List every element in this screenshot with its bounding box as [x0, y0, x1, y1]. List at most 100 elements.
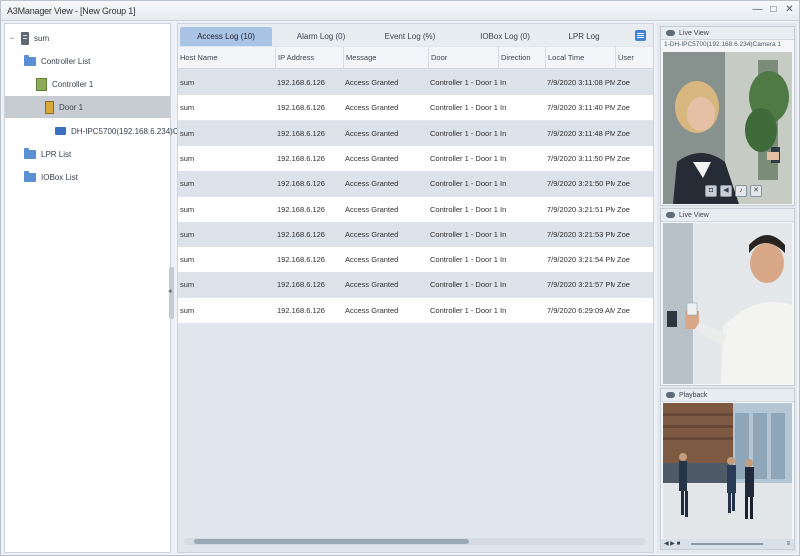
- controller-icon: [36, 77, 47, 91]
- column-header-message[interactable]: Message: [343, 47, 428, 69]
- table-row[interactable]: sum 192.168.6.126 Access Granted Controller…: [178, 120, 653, 146]
- tree-node-label: IOBox List: [41, 172, 78, 182]
- table-row[interactable]: sum 192.168.6.126 Access Granted Controller…: [178, 247, 653, 273]
- minimize-button[interactable]: —: [752, 4, 763, 16]
- table-cell: Controller 1 - Door 1: [430, 255, 498, 265]
- tree-node-label: Door 1: [59, 102, 84, 112]
- live-view-panel-2: Live View: [660, 208, 795, 386]
- table-row[interactable]: sum 192.168.6.126 Access Granted Controller…: [178, 70, 653, 95]
- microphone-icon[interactable]: ♪: [735, 185, 747, 197]
- column-header-direction[interactable]: Direction: [498, 47, 545, 69]
- table-cell: In: [500, 229, 507, 239]
- horizontal-scrollbar[interactable]: [184, 538, 646, 545]
- table-cell: Access Granted: [345, 204, 399, 214]
- live-video-feed-2[interactable]: [663, 223, 792, 384]
- tab-event-log[interactable]: Event Log (%): [364, 27, 456, 46]
- column-header-ip-address[interactable]: IP Address: [275, 47, 343, 69]
- playback-timeline[interactable]: [691, 543, 763, 545]
- table-cell: 192.168.6.126: [277, 153, 325, 163]
- table-cell: 192.168.6.126: [277, 128, 325, 138]
- tree-item-door-1[interactable]: Door 1: [5, 96, 170, 118]
- table-row[interactable]: sum 192.168.6.126 Access Granted Controller…: [178, 171, 653, 197]
- tab-alarm-log[interactable]: Alarm Log (0): [275, 27, 367, 46]
- column-header-user[interactable]: User: [615, 47, 653, 69]
- table-cell: 7/9/2020 3:11:50 PM: [547, 153, 615, 163]
- tree-item-lpr-list[interactable]: LPR List: [24, 143, 71, 165]
- unlock-icon[interactable]: ✕: [750, 185, 762, 197]
- collapse-icon[interactable]: −: [8, 33, 16, 43]
- table-cell: Zoe: [617, 204, 630, 214]
- table-cell: 192.168.6.126: [277, 229, 325, 239]
- table-cell: 7/9/2020 3:11:48 PM: [547, 128, 615, 138]
- table-cell: Controller 1 - Door 1: [430, 305, 498, 315]
- panel-splitter[interactable]: [168, 267, 174, 319]
- table-cell: In: [500, 305, 507, 315]
- tree-node-label: Controller 1: [52, 79, 94, 89]
- panel-title: Live View: [679, 30, 709, 37]
- panel-header: Playback: [661, 389, 794, 402]
- playback-buttons[interactable]: ◀ ▶ ■: [664, 539, 680, 549]
- table-cell: Access Granted: [345, 255, 399, 265]
- camera-name: 1-DH-IPC5700(192.168.6.234)Camera 1: [664, 41, 782, 48]
- playback-menu-icon[interactable]: ≡: [786, 539, 790, 549]
- table-cell: Zoe: [617, 255, 630, 265]
- tab-lpr-log[interactable]: LPR Log: [554, 27, 614, 46]
- table-cell: In: [500, 179, 507, 189]
- panel-header: Live View: [661, 27, 794, 40]
- table-cell: In: [500, 204, 507, 214]
- tab-iobox-log[interactable]: IOBox Log (0): [459, 27, 551, 46]
- menu-icon[interactable]: [635, 30, 646, 41]
- window-title: A3Manager View - [New Group 1]: [7, 6, 136, 16]
- live-video-feed-1[interactable]: ◘ ◀ ♪ ✕: [663, 52, 792, 204]
- table-cell: 192.168.6.126: [277, 78, 325, 87]
- speaker-icon[interactable]: ◀: [720, 185, 732, 197]
- table-row[interactable]: sum 192.168.6.126 Access Granted Controller…: [178, 272, 653, 298]
- table-cell: 192.168.6.126: [277, 103, 325, 113]
- table-header: Host Name IP Address Message Door Direct…: [178, 47, 653, 69]
- playback-controls: ◀ ▶ ■ ≡: [661, 539, 794, 549]
- title-bar: A3Manager View - [New Group 1] — □ ✕: [1, 1, 799, 21]
- playback-panel: Playback ◀ ▶ ■ ≡: [660, 388, 795, 550]
- table-cell: 7/9/2020 3:21:50 PM: [547, 179, 615, 189]
- column-header-host-name[interactable]: Host Name: [178, 47, 275, 69]
- tree-item-iobox-list[interactable]: IOBox List: [24, 166, 78, 188]
- door-icon: [45, 100, 54, 114]
- restore-button[interactable]: □: [768, 4, 779, 16]
- table-cell: Zoe: [617, 78, 630, 87]
- table-cell: 192.168.6.126: [277, 179, 325, 189]
- playback-video-feed[interactable]: [663, 403, 792, 539]
- table-row[interactable]: sum 192.168.6.126 Access Granted Controller…: [178, 221, 653, 247]
- tab-access-log[interactable]: Access Log (10): [180, 27, 272, 46]
- table-cell: sum: [180, 103, 195, 113]
- table-cell: Access Granted: [345, 305, 399, 315]
- table-cell: 7/9/2020 6:29:09 AM: [547, 305, 615, 315]
- tree-item-controller-list[interactable]: Controller List: [24, 50, 90, 72]
- column-header-local-time[interactable]: Local Time: [545, 47, 615, 69]
- table-cell: 7/9/2020 3:21:54 PM: [547, 255, 615, 265]
- table-cell: Controller 1 - Door 1: [430, 128, 498, 138]
- table-cell: sum: [180, 204, 195, 214]
- eye-icon: [666, 212, 675, 218]
- snapshot-icon[interactable]: ◘: [705, 185, 717, 197]
- table-row[interactable]: sum 192.168.6.126 Access Granted Controller…: [178, 145, 653, 171]
- table-cell: In: [500, 153, 507, 163]
- close-button[interactable]: ✕: [784, 4, 795, 16]
- table-cell: 7/9/2020 3:11:08 PM: [547, 78, 615, 87]
- table-row[interactable]: sum 192.168.6.126 Access Granted Controller…: [178, 95, 653, 121]
- table-cell: 192.168.6.126: [277, 204, 325, 214]
- live-view-panel-1: Live View 1-DH-IPC5700(192.168.6.234)Cam…: [660, 26, 795, 206]
- tree-root-sum[interactable]: − sum: [8, 27, 49, 49]
- table-row[interactable]: sum 192.168.6.126 Access Granted Controller…: [178, 297, 653, 323]
- table-cell: sum: [180, 128, 195, 138]
- tree-item-controller-1[interactable]: Controller 1: [36, 73, 93, 95]
- table-cell: 192.168.6.126: [277, 305, 325, 315]
- table-cell: Controller 1 - Door 1: [430, 179, 498, 189]
- table-cell: 7/9/2020 3:11:40 PM: [547, 103, 615, 113]
- table-cell: Controller 1 - Door 1: [430, 280, 498, 290]
- video-panels: Live View 1-DH-IPC5700(192.168.6.234)Cam…: [657, 23, 797, 553]
- table-row[interactable]: sum 192.168.6.126 Access Granted Controller…: [178, 196, 653, 222]
- column-header-door[interactable]: Door: [428, 47, 498, 69]
- scrollbar-thumb[interactable]: [194, 539, 469, 544]
- tree-node-label: sum: [34, 33, 50, 43]
- table-cell: 7/9/2020 3:21:57 PM: [547, 280, 615, 290]
